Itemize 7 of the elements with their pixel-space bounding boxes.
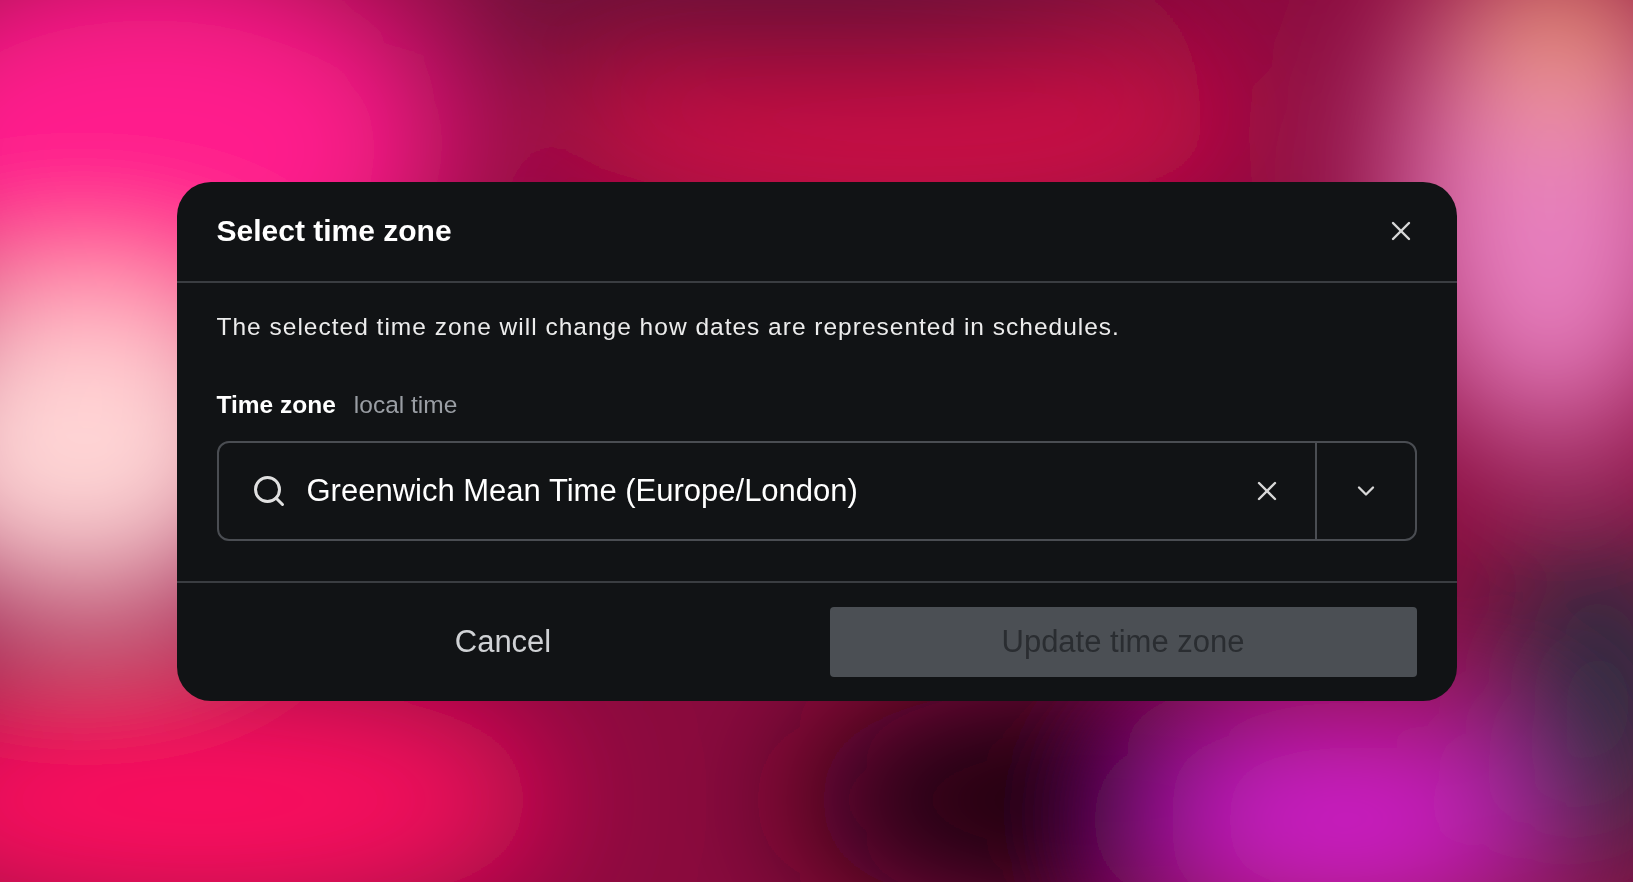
time-zone-input[interactable]: Greenwich Mean Time (Europe/London) [304, 471, 1229, 510]
field-hint: local time [353, 390, 458, 419]
field-label: Time zone [216, 390, 336, 419]
description-text: The selected time zone will change how dates are represented in schedules. [216, 312, 1121, 341]
time-zone-field[interactable]: Greenwich Mean Time (Europe/London) [216, 440, 1417, 541]
dialog-title: Select time zone [216, 214, 452, 248]
cancel-button[interactable]: Cancel [216, 606, 790, 677]
